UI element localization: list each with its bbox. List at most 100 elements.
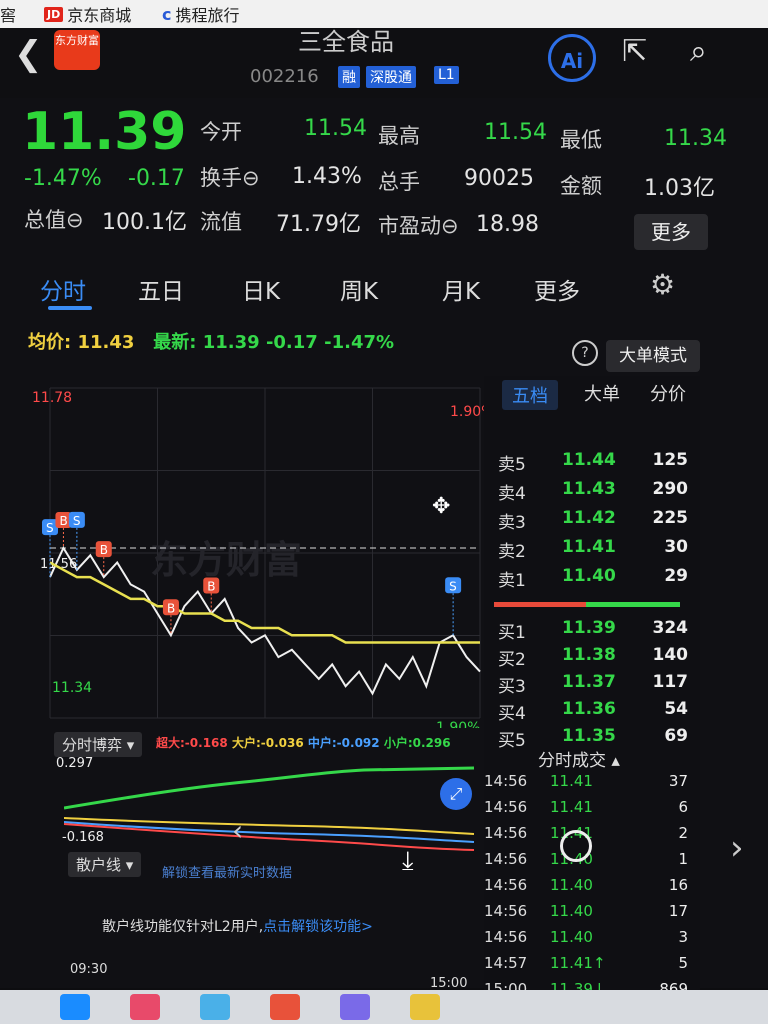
ask-level[interactable]: 卖4 11.43 290 — [484, 479, 700, 507]
pe-label: 市盈动⊖ — [378, 210, 459, 240]
info-icon[interactable]: ⊖ — [441, 214, 459, 238]
turnover-label: 换手⊖ — [200, 162, 260, 192]
l2-notice: 散户线功能仅针对L2用户,点击解锁该功能> — [102, 916, 373, 936]
bid-ask-split-bar — [494, 602, 680, 607]
app-icon[interactable] — [200, 994, 230, 1020]
help-icon[interactable]: ? — [572, 340, 598, 366]
gear-icon[interactable]: ⚙ — [650, 268, 675, 301]
ask-level[interactable]: 卖3 11.42 225 — [484, 508, 700, 536]
jd-icon: JD — [44, 6, 64, 22]
ask-level[interactable]: 卖5 11.44 125 — [484, 450, 700, 478]
info-icon[interactable]: ⊖ — [242, 166, 260, 190]
latest-change-pct: -1.47% — [324, 332, 395, 353]
next-arrow-icon[interactable]: › — [730, 828, 744, 868]
trade-time: 14:56 — [484, 798, 528, 816]
bookmark-ctrip[interactable]: c 携程旅行 — [162, 2, 240, 26]
level-label: 卖2 — [498, 542, 526, 562]
level-price: 11.39 — [562, 618, 616, 638]
trade-time: 14:56 — [484, 876, 528, 894]
bid-level[interactable]: 买3 11.37 117 — [484, 672, 700, 700]
avg-label: 均价: — [28, 332, 72, 353]
level-label: 买3 — [498, 677, 526, 697]
high-value: 11.54 — [484, 120, 547, 145]
trade-time: 14:56 — [484, 824, 528, 842]
tab-daily-k[interactable]: 日K — [242, 272, 280, 306]
level-price: 11.40 — [562, 566, 616, 586]
latest-change: -0.17 — [265, 332, 318, 353]
ai-button[interactable]: Ai — [548, 34, 596, 82]
share-icon[interactable]: ⇱ — [622, 34, 647, 69]
app-icon[interactable] — [130, 994, 160, 1020]
bid-level[interactable]: 买1 11.39 324 — [484, 618, 700, 646]
app-icon[interactable] — [270, 994, 300, 1020]
retail-line-button[interactable]: 散户线 ▾ — [68, 852, 142, 877]
low-value: 11.34 — [664, 126, 727, 151]
tab-weekly-k[interactable]: 周K — [340, 272, 378, 306]
info-icon[interactable]: ⊖ — [66, 208, 84, 232]
tab-price-split[interactable]: 分价 — [650, 380, 686, 406]
avg-value: 11.43 — [77, 332, 135, 353]
sell-signal-marker[interactable]: S — [445, 577, 462, 636]
trade-time: 14:56 — [484, 902, 528, 920]
signal-label: B — [167, 601, 175, 615]
level-volume: 290 — [652, 479, 689, 499]
tab-more[interactable]: 更多 — [534, 272, 580, 306]
level-price: 11.42 — [562, 508, 616, 528]
ask-level[interactable]: 卖1 11.40 29 — [484, 566, 700, 594]
back-arrow-icon[interactable]: ❮ — [14, 34, 43, 74]
mktcap-label: 总值⊖ — [24, 204, 84, 234]
search-icon[interactable]: ⌕ — [690, 34, 707, 69]
app-icon[interactable] — [340, 994, 370, 1020]
open-label: 今开 — [200, 120, 242, 144]
ask-level[interactable]: 卖2 11.41 30 — [484, 537, 700, 565]
qq-icon[interactable] — [60, 994, 90, 1020]
high-label: 最高 — [378, 124, 420, 148]
more-button[interactable]: 更多 — [634, 214, 708, 250]
l2-unlock-link[interactable]: 点击解锁该功能> — [263, 919, 373, 935]
buy-signal-marker[interactable]: B — [162, 599, 179, 636]
float-value: 71.79亿 — [276, 212, 361, 237]
y-min-label: 11.34 — [52, 680, 92, 696]
level-price: 11.36 — [562, 699, 616, 719]
tab-intraday[interactable]: 分时 — [40, 272, 86, 306]
orderbook-tabs: 五档 大单 分价 — [484, 376, 700, 412]
time-start-label: 09:30 — [70, 962, 108, 977]
download-icon[interactable]: ⤓ — [402, 846, 414, 877]
trade-row: 14:56 11.40 1 — [484, 850, 700, 876]
tab-monthly-k[interactable]: 月K — [442, 272, 480, 306]
change-value: -0.17 — [128, 166, 185, 191]
refresh-icon[interactable] — [560, 830, 592, 862]
time-end-label: 15:00 — [430, 976, 468, 991]
prev-arrow-icon[interactable]: ‹ — [232, 814, 243, 847]
trade-time: 14:57 — [484, 954, 528, 972]
l2-notice-text: 散户线功能仅针对L2用户, — [102, 919, 264, 935]
trade-volume: 5 — [678, 954, 688, 972]
app-icon[interactable] — [410, 994, 440, 1020]
expand-icon[interactable]: ⤢ — [440, 778, 472, 810]
level-label: 卖4 — [498, 484, 526, 504]
level-price: 11.35 — [562, 726, 616, 746]
y-max-label: 11.78 — [32, 390, 72, 406]
level-volume: 69 — [664, 726, 688, 746]
trade-row: 14:56 11.41 2 — [484, 824, 700, 850]
big-order-mode-button[interactable]: 大单模式 — [606, 340, 700, 372]
bookmark-jd[interactable]: JD 京东商城 — [44, 2, 131, 26]
margin-tag: 融 — [338, 66, 360, 88]
stock-code: 002216 — [250, 66, 319, 87]
tab-five-day[interactable]: 五日 — [138, 272, 184, 306]
volume-label: 总手 — [378, 170, 420, 194]
tab-five-levels[interactable]: 五档 — [502, 380, 558, 410]
level-price: 11.38 — [562, 645, 616, 665]
bid-level[interactable]: 买2 11.38 140 — [484, 645, 700, 673]
trade-volume: 6 — [678, 798, 688, 816]
tab-big-orders[interactable]: 大单 — [584, 380, 620, 406]
bookmark-item[interactable]: 窖 — [0, 2, 16, 26]
level-volume: 30 — [664, 537, 688, 557]
amount-value: 1.03亿 — [644, 176, 715, 201]
flow-mode-button[interactable]: 分时博弈 ▾ — [54, 732, 143, 757]
bid-level[interactable]: 买4 11.36 54 — [484, 699, 700, 727]
level-label: 卖5 — [498, 455, 526, 475]
unlock-hint[interactable]: 解锁查看最新实时数据 — [162, 862, 292, 881]
pe-value: 18.98 — [476, 212, 539, 237]
small-flow-line — [64, 766, 475, 810]
